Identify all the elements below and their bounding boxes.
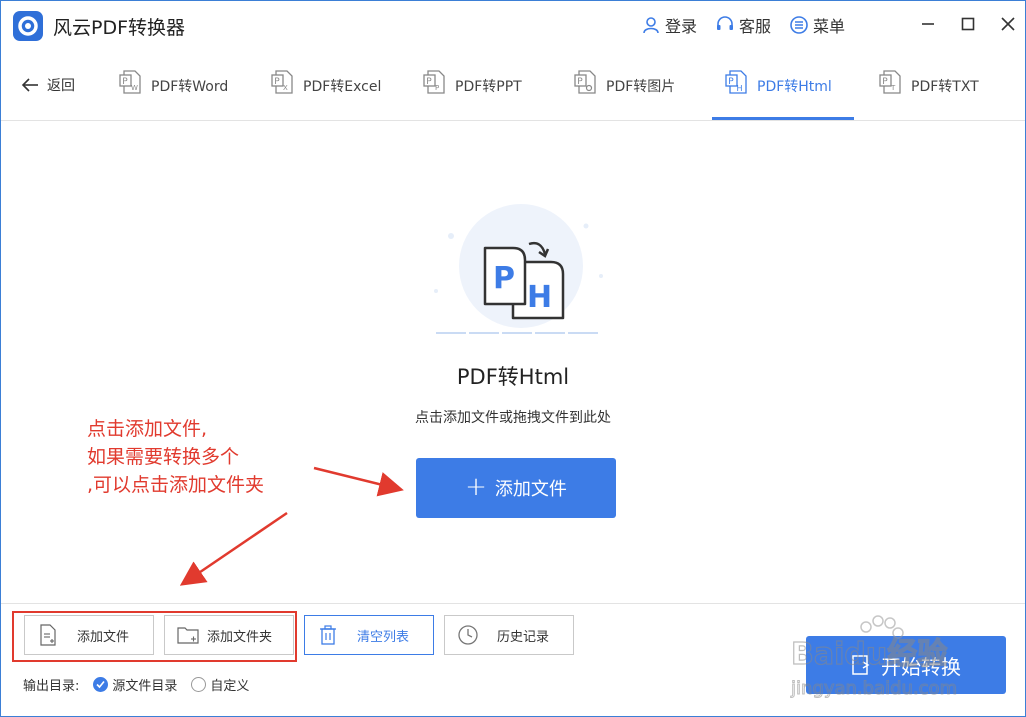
annotation-line: 如果需要转换多个 (87, 446, 240, 468)
close-button[interactable] (999, 11, 1017, 37)
radio-custom-directory[interactable]: 自定义 (191, 675, 249, 694)
window-controls (919, 11, 1017, 37)
minimize-icon (922, 23, 934, 25)
annotation-note: 点击添加文件, 如果需要转换多个 ,可以点击添加文件夹 (87, 415, 264, 499)
output-label: 输出目录: (23, 679, 80, 694)
annotation-arrow-to-add-file (313, 466, 404, 497)
tab-label: PDF转TXT (911, 79, 979, 95)
svg-text:P: P (882, 77, 888, 87)
history-label: 历史记录 (497, 629, 550, 645)
tab-pdf-to-txt[interactable]: P T PDF转TXT (879, 70, 979, 121)
title-bar: 风云PDF转换器 登录 客服 菜单 (1, 1, 1025, 51)
login-label: 登录 (664, 17, 697, 36)
conversion-tabs: 返回 P W PDF转Word P X PDF转Excel P P PDF转PP… (1, 51, 1025, 121)
svg-text:P: P (577, 77, 583, 87)
add-file-main-label: 添加文件 (494, 479, 567, 500)
arrow-left-icon (21, 78, 38, 92)
svg-text:Baidu经验: Baidu经验 (791, 637, 947, 672)
tab-pdf-to-excel[interactable]: P X PDF转Excel (271, 70, 382, 121)
output-directory: 输出目录: 源文件目录 自定义 (23, 675, 249, 694)
svg-text:H: H (737, 84, 743, 93)
back-button[interactable]: 返回 (21, 75, 75, 95)
add-file-label: 添加文件 (77, 629, 130, 645)
add-folder-button[interactable]: 添加文件夹 (164, 615, 294, 655)
plus-icon: + (465, 471, 487, 502)
tab-label: PDF转Word (151, 79, 229, 95)
headset-icon (716, 16, 733, 30)
bottom-divider (1, 603, 1025, 604)
menu-label: 菜单 (812, 17, 845, 36)
svg-text:P: P (274, 77, 280, 87)
title-actions: 登录 客服 菜单 (641, 13, 845, 37)
menu-button[interactable]: 菜单 (789, 13, 845, 37)
add-folder-icon (177, 627, 199, 644)
minimize-button[interactable] (919, 11, 937, 37)
tab-pdf-to-word[interactable]: P W PDF转Word (119, 70, 229, 121)
app-logo-icon (13, 11, 43, 41)
tab-pdf-to-image[interactable]: P PDF转图片 (574, 70, 676, 121)
maximize-button[interactable] (959, 11, 977, 37)
close-icon (1001, 17, 1015, 31)
radio-checked-icon (93, 677, 109, 692)
svg-text:W: W (131, 84, 138, 92)
service-label: 客服 (738, 17, 771, 36)
annotation-line: 点击添加文件, (87, 418, 208, 440)
login-button[interactable]: 登录 (641, 13, 697, 37)
user-icon (643, 17, 659, 34)
tab-label: PDF转Excel (303, 79, 382, 95)
radio-label: 自定义 (210, 679, 250, 694)
radio-source-directory[interactable]: 源文件目录 (93, 675, 177, 694)
menu-icon (790, 16, 808, 34)
tab-pdf-to-html[interactable]: P H PDF转Html (725, 70, 832, 121)
clear-list-button[interactable]: 清空列表 (304, 615, 434, 655)
add-file-icon (40, 624, 56, 646)
svg-text:P: P (493, 261, 515, 296)
image-file-icon: P (574, 70, 596, 94)
add-file-button[interactable]: 添加文件 (24, 615, 154, 655)
svg-text:X: X (283, 84, 288, 92)
back-label: 返回 (47, 78, 75, 94)
add-folder-label: 添加文件夹 (207, 629, 273, 645)
page-title: PDF转Html (456, 365, 570, 389)
svg-text:T: T (890, 84, 896, 92)
ppt-file-icon: P P (423, 70, 445, 94)
svg-text:P: P (728, 77, 734, 87)
tab-pdf-to-ppt[interactable]: P P PDF转PPT (423, 70, 522, 121)
maximize-icon (961, 17, 975, 31)
svg-text:P: P (122, 77, 128, 87)
annotation-line: ,可以点击添加文件夹 (87, 474, 265, 496)
add-file-main-button[interactable]: + 添加文件 (416, 458, 616, 518)
annotation-arrow-to-add-folder (179, 511, 288, 586)
clock-icon (458, 625, 478, 645)
tab-label: PDF转PPT (455, 79, 522, 95)
trash-icon (320, 625, 336, 645)
app-window: 风云PDF转换器 登录 客服 菜单 返回 P W PDF转Word P X PD… (0, 0, 1026, 717)
history-button[interactable]: 历史记录 (444, 615, 574, 655)
tab-label: PDF转图片 (606, 79, 676, 95)
word-file-icon: P W (119, 70, 141, 94)
svg-text:P: P (435, 84, 439, 92)
excel-file-icon: P X (271, 70, 293, 94)
tab-label: PDF转Html (757, 79, 832, 95)
svg-text:jingyan.baidu.com: jingyan.baidu.com (790, 678, 957, 699)
svg-text:H: H (527, 280, 552, 315)
svg-text:P: P (426, 77, 432, 87)
clear-list-label: 清空列表 (357, 629, 410, 645)
radio-label: 源文件目录 (112, 679, 178, 694)
baidu-watermark: Baidu经验 jingyan.baidu.com (786, 609, 986, 709)
app-title: 风云PDF转换器 (53, 17, 186, 39)
active-tab-indicator (712, 117, 854, 120)
html-file-icon: P H (725, 70, 747, 94)
pdf-to-html-illustration-icon: H P (434, 204, 603, 334)
txt-file-icon: P T (879, 70, 901, 94)
service-button[interactable]: 客服 (715, 13, 771, 37)
radio-unchecked-icon (191, 677, 207, 692)
